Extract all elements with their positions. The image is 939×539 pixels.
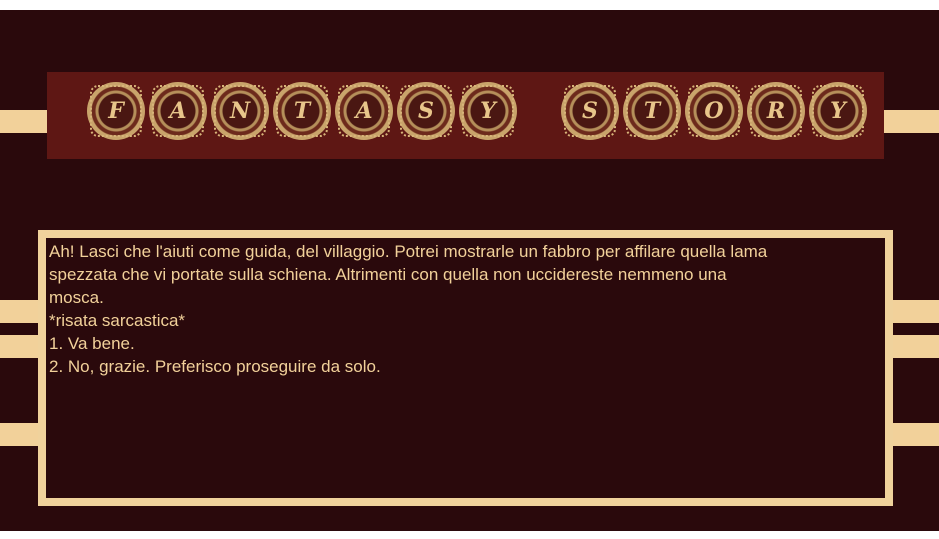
title-letter-tile: A [149,82,207,140]
dialog-panel: Ah! Lasci che l'aiuti come guida, del vi… [46,238,885,498]
title-letter-tile: S [397,82,455,140]
title-letter: T [643,98,661,124]
decor-stripe [885,300,939,323]
title-letter: Y [480,98,496,124]
title-banner: F A N T A S Y S T O R Y [47,72,884,159]
decor-stripe [885,423,939,446]
title-letter-tile: T [623,82,681,140]
title-letter-tile: T [273,82,331,140]
title-letter: N [229,98,251,124]
dialog-box: Ah! Lasci che l'aiuti come guida, del vi… [38,230,893,506]
game-screen: F A N T A S Y S T O R Y Ah! Lasci che l'… [0,10,939,531]
title-letter: T [293,98,311,124]
title-letter: F [108,98,124,124]
title-letter-tile: Y [459,82,517,140]
title-letter: Y [830,98,846,124]
title-letter-tile: R [747,82,805,140]
title-letter-tile: S [561,82,619,140]
title-letter-tile: F [87,82,145,140]
decor-stripe [885,335,939,358]
title-letter-tile: O [685,82,743,140]
choice-option-1[interactable]: 1. Va bene. [49,332,883,355]
title-letter-tile: Y [809,82,867,140]
title-letter: S [582,98,598,124]
choice-option-2[interactable]: 2. No, grazie. Preferisco proseguire da … [49,355,883,378]
title-letter-tile: A [335,82,393,140]
dialog-text: Ah! Lasci che l'aiuti come guida, del vi… [49,242,768,330]
decor-stripe [880,110,939,133]
title-letter: O [704,98,724,124]
title-letter: A [355,98,373,124]
title-letter: A [169,98,187,124]
title-letter-tile: N [211,82,269,140]
title-letter: S [418,98,434,124]
title-letter: R [766,98,786,124]
